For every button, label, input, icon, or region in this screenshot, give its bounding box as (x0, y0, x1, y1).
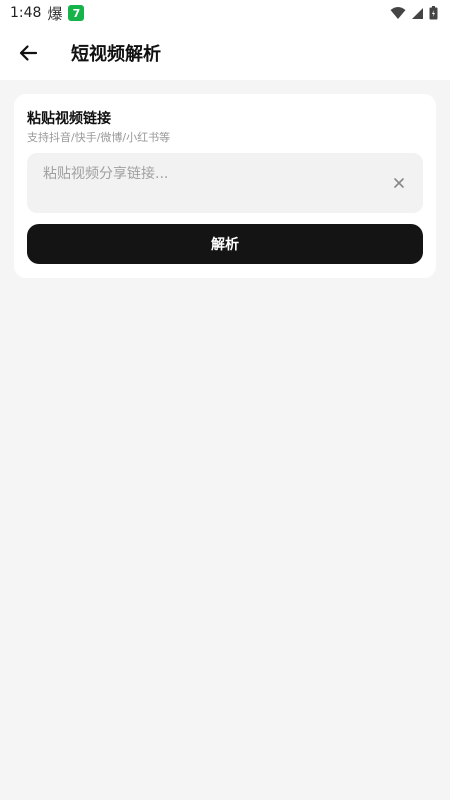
status-left: 1:48 爆 7 (10, 3, 85, 24)
video-link-input[interactable] (43, 161, 373, 187)
wifi-icon (390, 7, 406, 19)
card-title: 粘贴视频链接 (27, 111, 111, 127)
app-bar: 短视频解析 (0, 26, 450, 80)
parse-button[interactable]: 解析 (27, 224, 423, 264)
page-title: 短视频解析 (71, 44, 161, 65)
link-input-card: 粘贴视频链接 支持抖音/快手/微博/小红书等 解析 (14, 94, 436, 278)
arrow-left-icon (19, 45, 38, 61)
close-icon (394, 178, 404, 188)
notification-icon: 爆 (47, 4, 63, 23)
battery-icon (429, 6, 438, 20)
status-bar: 1:48 爆 7 (0, 0, 450, 26)
back-button[interactable] (8, 33, 48, 73)
status-time: 1:48 (10, 5, 42, 21)
status-icons (390, 6, 438, 20)
link-input-box (27, 153, 423, 213)
clear-input-button[interactable] (389, 173, 409, 193)
cellular-signal-icon (412, 7, 423, 19)
app-badge-icon: 7 (68, 5, 85, 21)
supported-platforms-hint: 支持抖音/快手/微博/小红书等 (27, 131, 171, 144)
